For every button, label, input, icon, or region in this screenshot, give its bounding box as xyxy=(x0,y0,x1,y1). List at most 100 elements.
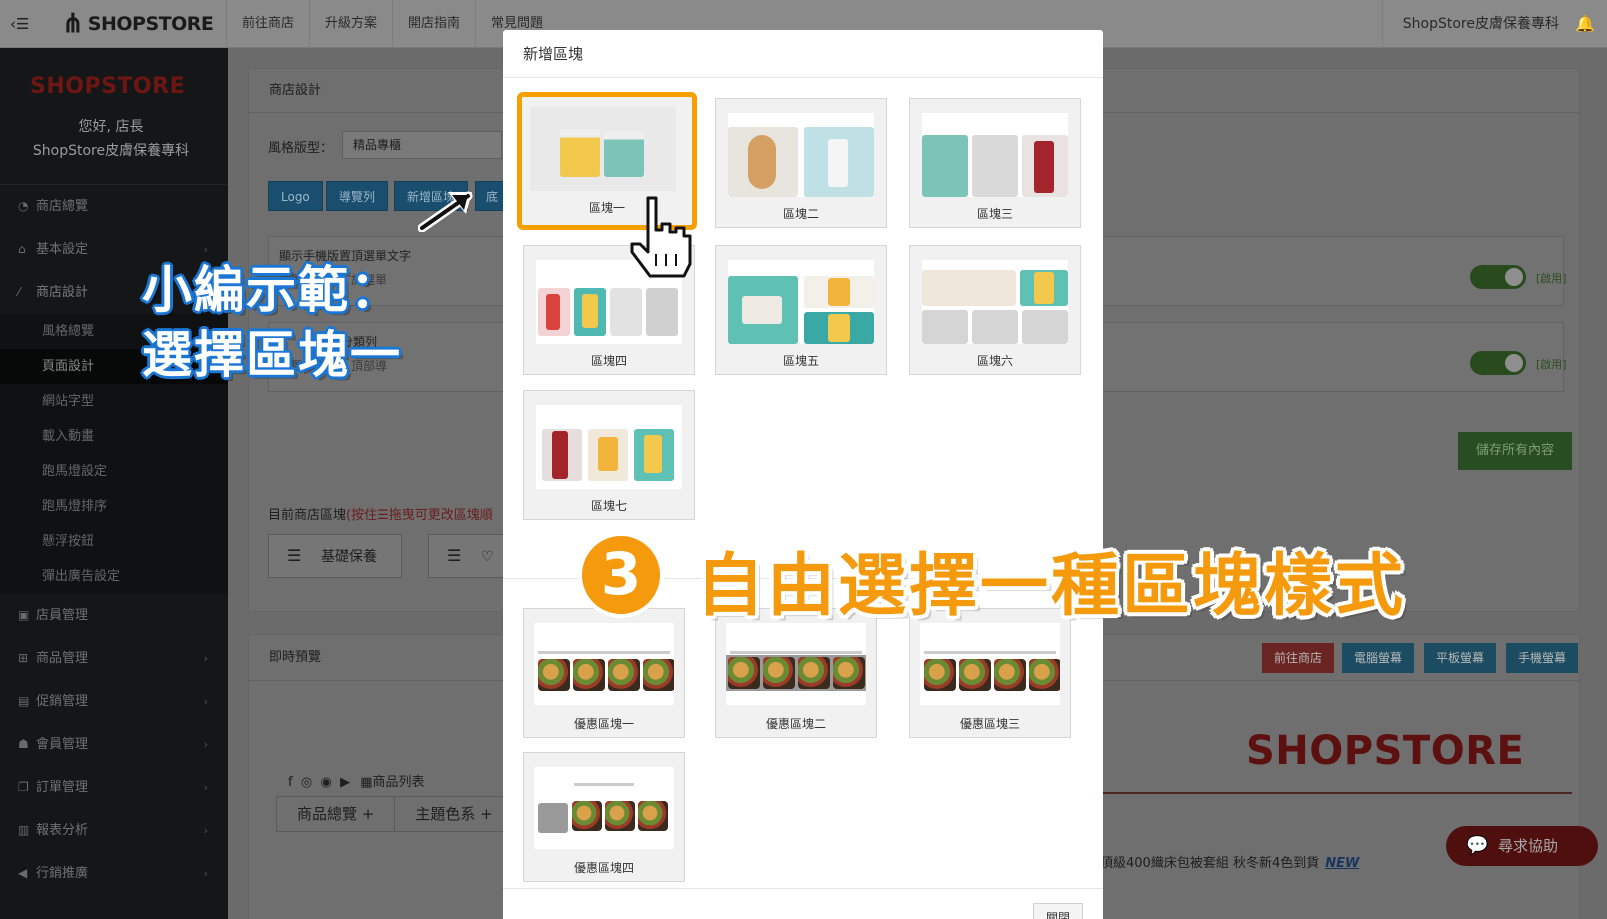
category-bar-toggle[interactable] xyxy=(1470,351,1526,375)
youtube-icon[interactable]: ▶ xyxy=(340,775,350,790)
food-photo xyxy=(643,659,674,691)
current-blocks-hint: (按住☰拖曳可更改區塊順 xyxy=(346,508,493,523)
preview-tabs: 商品總覽 + 主題色系 + xyxy=(276,796,515,832)
sidebar-sub-fonts[interactable]: 網站字型 xyxy=(0,384,228,419)
shop-name-menu[interactable]: ShopStore皮膚保養專科 xyxy=(1381,0,1607,48)
sidebar-item-orders[interactable]: ❐ 訂單管理 › xyxy=(0,766,228,809)
sidebar-item-members[interactable]: ☗ 會員管理 › xyxy=(0,723,228,766)
greeting: 您好, 店長 xyxy=(78,119,144,135)
help-button-label: 尋求協助 xyxy=(1498,837,1559,855)
toggle-label: [啟用] xyxy=(1536,358,1567,371)
block-option-5[interactable]: 區塊五 xyxy=(715,245,887,375)
block-7-thumbnail xyxy=(536,405,682,489)
grid-icon: ▦ xyxy=(360,775,373,790)
food-photo xyxy=(763,657,795,689)
block-option-3[interactable]: 區塊三 xyxy=(909,98,1081,228)
chevron-right-icon: › xyxy=(203,652,208,665)
sidebar-item-label: 店員管理 xyxy=(36,608,89,623)
sidebar-item-dashboard[interactable]: ◔ 商店總覽 xyxy=(0,185,228,228)
navbar-button[interactable]: 導覽列 xyxy=(326,181,389,211)
food-photo xyxy=(728,657,760,689)
sidebar-item-marketing[interactable]: ◀ 行銷推廣 › xyxy=(0,852,228,895)
sidebar-sub-popup-ads[interactable]: 彈出廣告設定 xyxy=(0,559,228,594)
bottle-red xyxy=(1034,141,1054,193)
sidebar-item-promotions[interactable]: ▤ 促銷管理 › xyxy=(0,680,228,723)
step-instruction-text: 自由選擇一種區塊樣式 xyxy=(696,547,1407,626)
sidebar-item-reports[interactable]: ▥ 報表分析 › xyxy=(0,809,228,852)
block-chip[interactable]: ☰ 基礎保養 xyxy=(268,534,402,578)
sidebar-sub-floating-button[interactable]: 懸浮按鈕 xyxy=(0,524,228,559)
nav-guide[interactable]: 開店指南 xyxy=(392,0,475,48)
block-2-label: 區塊二 xyxy=(782,207,819,221)
block-option-7[interactable]: 區塊七 xyxy=(523,390,695,520)
food-photo xyxy=(798,657,830,689)
pack-yellow xyxy=(598,437,618,471)
preview-tablet-button[interactable]: 平板螢幕 xyxy=(1424,643,1497,673)
current-blocks-title: 目前商店區塊 xyxy=(268,508,347,523)
sidebar-item-label: 基本設定 xyxy=(36,242,89,257)
callout-demo-line-2: 選擇區塊一 xyxy=(142,326,402,384)
thumb-header-bar xyxy=(538,651,670,654)
block-6-label: 區塊六 xyxy=(976,354,1013,368)
block-4-label: 區塊四 xyxy=(590,354,627,368)
pack-yellow xyxy=(1034,272,1054,304)
block-chip[interactable]: ☰ ♡ xyxy=(428,534,508,578)
shopstore-mark-icon: ⋔ xyxy=(62,9,84,39)
sidebar-item-label: 訂單管理 xyxy=(36,780,89,795)
sidebar-sub-marquee-settings[interactable]: 跑馬燈設定 xyxy=(0,454,228,489)
brand-logo[interactable]: ⋔ SHOPSTORE xyxy=(62,8,214,40)
line-icon[interactable]: ◉ xyxy=(320,775,331,790)
block-option-6[interactable]: 區塊六 xyxy=(909,245,1081,375)
food-photo xyxy=(959,659,991,691)
sidebar-item-products[interactable]: ⊞ 商品管理 › xyxy=(0,637,228,680)
instagram-icon[interactable]: ◎ xyxy=(301,775,312,790)
wand-icon: ⁄ xyxy=(18,285,21,299)
bottle-red xyxy=(546,294,560,330)
brand-name: SHOPSTORE xyxy=(87,13,214,35)
promo-block-3-thumbnail xyxy=(920,623,1060,705)
sidebar-sub-loading-animation[interactable]: 載入動畫 xyxy=(0,419,228,454)
promo-block-option-4[interactable]: 優惠區塊四 xyxy=(523,752,685,882)
bell-icon[interactable]: 🔔 xyxy=(1575,14,1595,33)
block-6-thumbnail xyxy=(922,260,1068,344)
tab-all-products[interactable]: 商品總覽 + xyxy=(277,797,396,831)
preview-divider xyxy=(1100,792,1572,794)
chart-icon: ▥ xyxy=(18,823,30,837)
drag-handle-icon[interactable]: ☰ xyxy=(447,535,467,577)
nav-go-store[interactable]: 前往商店 xyxy=(226,0,309,48)
sidebar-sub-marquee-order[interactable]: 跑馬燈排序 xyxy=(0,489,228,524)
block-3-label: 區塊三 xyxy=(976,207,1013,221)
thumb-panel xyxy=(610,288,642,336)
block-1-thumbnail xyxy=(530,107,676,191)
food-photo xyxy=(608,659,640,691)
food-photo xyxy=(924,659,956,691)
modal-footer: 關閉 xyxy=(503,888,1103,919)
nav-upgrade[interactable]: 升級方案 xyxy=(309,0,392,48)
product-list-link[interactable]: 商品列表 xyxy=(373,775,425,790)
sidebar-toggle-icon[interactable]: ‹☰ xyxy=(10,14,36,34)
preview-desktop-button[interactable]: 電腦螢幕 xyxy=(1342,643,1415,673)
pack-yellow xyxy=(828,278,850,306)
style-select[interactable]: 精品專櫃 xyxy=(342,131,502,159)
preview-go-store-button[interactable]: 前往商店 xyxy=(1262,643,1335,673)
chevron-right-icon: › xyxy=(203,824,208,837)
promo-block-option-1[interactable]: 優惠區塊一 xyxy=(523,608,685,738)
tin-teal xyxy=(604,131,644,177)
thumb-header-bar xyxy=(730,651,862,654)
close-button[interactable]: 關閉 xyxy=(1032,903,1083,919)
logo-button[interactable]: Logo xyxy=(268,181,323,211)
sidebar-item-staff[interactable]: ▣ 店員管理 xyxy=(0,594,228,637)
mobile-menu-text-toggle[interactable] xyxy=(1470,265,1526,289)
chat-bubbles-icon: 💬 xyxy=(1466,835,1489,856)
megaphone-icon: ◀ xyxy=(18,866,28,880)
facebook-icon[interactable]: f xyxy=(288,775,293,790)
block-option-2[interactable]: 區塊二 xyxy=(715,98,887,228)
tab-theme-colors[interactable]: 主題色系 + xyxy=(395,797,514,831)
food-row xyxy=(572,801,668,831)
thumb-header-bar xyxy=(924,651,1056,654)
block-5-label: 區塊五 xyxy=(782,354,819,368)
drag-handle-icon[interactable]: ☰ xyxy=(287,535,307,577)
help-button[interactable]: 💬 尋求協助 xyxy=(1446,826,1598,866)
save-all-button[interactable]: 儲存所有內容 xyxy=(1458,432,1573,470)
preview-mobile-button[interactable]: 手機螢幕 xyxy=(1506,643,1579,673)
